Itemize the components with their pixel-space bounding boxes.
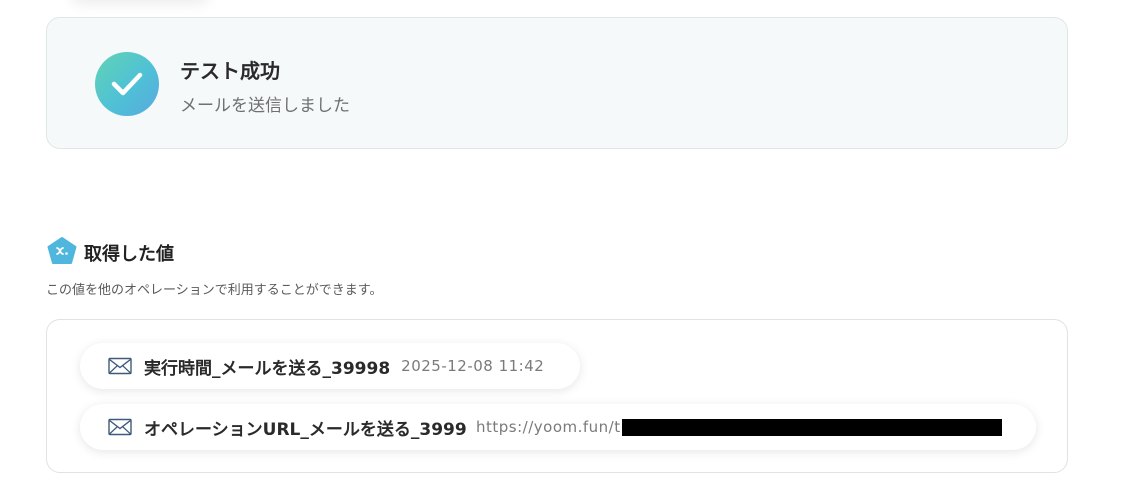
test-success-banner: テスト成功 メールを送信しました (46, 17, 1068, 149)
success-subtitle: メールを送信しました (180, 96, 350, 116)
success-title: テスト成功 (180, 59, 280, 83)
check-circle-icon (95, 52, 159, 116)
value-text: 2025-12-08 11:42 (401, 357, 545, 375)
redaction-bar (621, 418, 1002, 436)
value-chip[interactable]: 実行時間_メールを送る_39998 2025-12-08 11:42 (80, 343, 580, 389)
section-title: 取得した値 (84, 244, 174, 265)
value-text: https://yoom.fun/t (476, 418, 621, 436)
mail-icon (108, 357, 132, 375)
value-label: 実行時間_メールを送る_39998 (144, 358, 391, 379)
pentagon-variable-icon (47, 237, 77, 265)
value-label: オペレーションURL_メールを送る_39998 (144, 419, 466, 440)
section-description: この値を他のオペレーションで利用することができます。 (46, 283, 383, 298)
page: テスト成功 メールを送信しました 取得した値 この値を他のオペレーションで利用す… (0, 0, 1124, 488)
mail-icon (108, 418, 132, 436)
value-chip[interactable]: オペレーションURL_メールを送る_39998 https://yoom.fun… (80, 404, 1036, 450)
